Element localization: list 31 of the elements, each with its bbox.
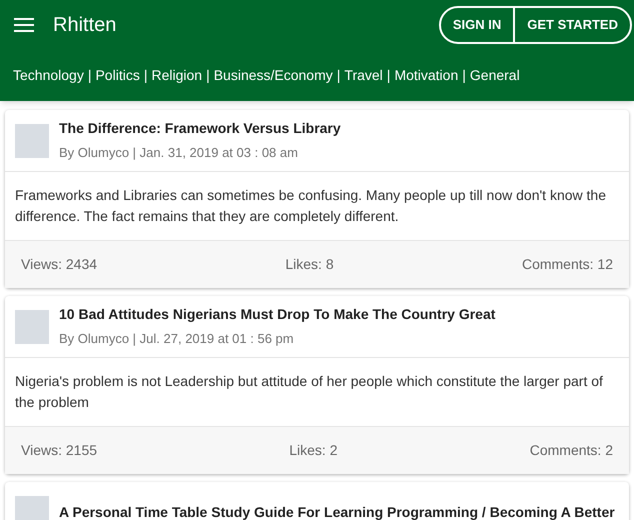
category-link[interactable]: General [470,65,520,86]
post-meta: By Olumyco | Jan. 31, 2019 at 03 : 08 am [59,144,299,162]
likes-count: Likes: 2 [289,441,338,460]
photo-placeholder [15,124,49,158]
views-count: Views: 2155 [21,441,98,460]
category-link[interactable]: Politics [95,65,140,86]
category-link[interactable]: Travel [344,65,383,86]
comments-count: Comments: 12 [522,255,613,274]
separator: | [386,66,390,85]
menu-icon[interactable] [14,18,34,32]
category-link[interactable]: Motivation [394,65,458,86]
separator: | [144,66,148,85]
separator: | [206,66,210,85]
likes-count: Likes: 8 [285,255,334,274]
views-count: Views: 2434 [21,255,98,274]
separator: | [88,66,92,85]
category-link[interactable]: Technology [13,65,84,86]
separator: | [462,66,466,85]
photo-placeholder [15,496,49,520]
header-button[interactable]: GET STARTED [513,8,630,42]
post-title[interactable]: 10 Bad Attitudes Nigerians Must Drop To Make The Country Great [59,304,496,326]
category-link[interactable]: Business/Economy [214,65,333,86]
post-title[interactable]: A Personal Time Table Study Guide For Learning Programming / Becoming A Better [59,502,615,520]
site-title[interactable]: Rhitten [53,10,116,40]
header-button[interactable]: SIGN IN [440,8,514,42]
separator: | [336,66,340,85]
comments-count: Comments: 2 [530,441,613,460]
photo-placeholder [15,310,49,344]
category-link[interactable]: Religion [151,65,202,86]
post-meta: By Olumyco | Jul. 27, 2019 at 01 : 56 pm [59,330,295,348]
post-title[interactable]: The Difference: Framework Versus Library [59,118,341,140]
